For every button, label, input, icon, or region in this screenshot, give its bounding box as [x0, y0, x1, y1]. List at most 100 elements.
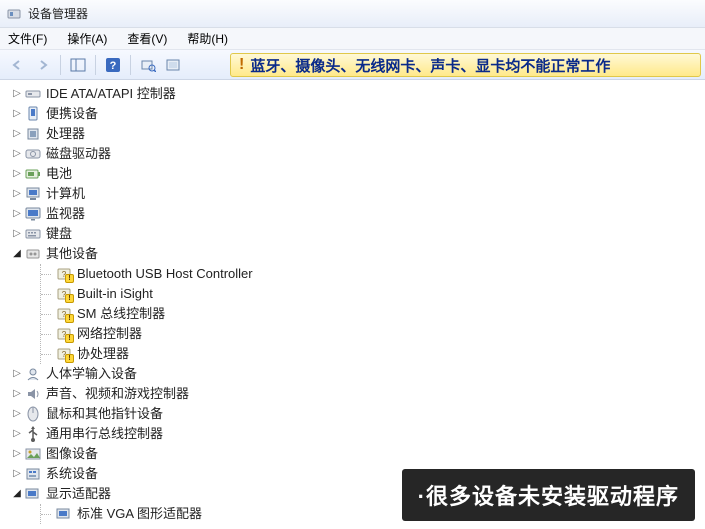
disk-icon [24, 146, 42, 162]
menu-help[interactable]: 帮助(H) [183, 28, 232, 49]
portable-icon [24, 106, 42, 122]
toolbar: ? ! 蓝牙、摄像头、无线网卡、声卡、显卡均不能正常工作 [0, 50, 705, 80]
menu-file[interactable]: 文件(F) [4, 28, 51, 49]
tree-label: 声音、视频和游戏控制器 [46, 384, 189, 404]
expand-arrow-icon[interactable]: ▷ [10, 224, 24, 244]
expand-arrow-icon[interactable]: ◢ [10, 484, 24, 504]
expand-arrow-icon[interactable]: ▷ [10, 164, 24, 184]
warning-badge-icon: ! [65, 334, 74, 343]
tree-label: Bluetooth USB Host Controller [77, 264, 253, 284]
hid-icon [24, 366, 42, 382]
tree-category-other-devices[interactable]: ◢ 其他设备 [10, 244, 705, 264]
help-button[interactable]: ? [101, 53, 125, 77]
computer-icon [24, 186, 42, 202]
tree-category[interactable]: ▷处理器 [10, 124, 705, 144]
tree-label: 系统设备 [46, 464, 98, 484]
tree-category[interactable]: ▷ 人体学输入设备 [10, 364, 705, 384]
unknown-device-icon: ?! [55, 306, 73, 322]
warning-badge-icon: ! [65, 354, 74, 363]
tree-category[interactable]: ▷ 键盘 [10, 224, 705, 244]
tree-item-unknown-device[interactable]: ?!Bluetooth USB Host Controller [41, 264, 705, 284]
toolbar-separator [60, 55, 61, 75]
title-bar: 设备管理器 [0, 0, 705, 28]
tree-category[interactable]: ▷ 声音、视频和游戏控制器 [10, 384, 705, 404]
svg-text:?: ? [110, 60, 117, 72]
expand-arrow-icon[interactable]: ◢ [10, 244, 24, 264]
tree-label: 网络控制器 [77, 324, 142, 344]
tree-label: 通用串行总线控制器 [46, 424, 163, 444]
tree-label: 标准 VGA 图形适配器 [77, 504, 202, 524]
expand-arrow-icon[interactable]: ▷ [10, 144, 24, 164]
image-icon [24, 446, 42, 462]
scan-refresh-button[interactable] [162, 53, 186, 77]
sound-icon [24, 386, 42, 402]
tree-label: 磁盘驱动器 [46, 144, 111, 164]
tree-label: Built-in iSight [77, 284, 153, 304]
unknown-device-icon: ?! [55, 266, 73, 282]
tree-label: 键盘 [46, 224, 72, 244]
tree-label: 人体学输入设备 [46, 364, 137, 384]
expand-arrow-icon[interactable]: ▷ [10, 104, 24, 124]
mouse-icon [24, 406, 42, 422]
tree-category[interactable]: ▷ 鼠标和其他指针设备 [10, 404, 705, 424]
tree-category[interactable]: ▷计算机 [10, 184, 705, 204]
warning-badge-icon: ! [65, 314, 74, 323]
unknown-device-icon: ?! [55, 326, 73, 342]
expand-arrow-icon[interactable]: ▷ [10, 384, 24, 404]
tree-category[interactable]: ▷ 通用串行总线控制器 [10, 424, 705, 444]
scan-hardware-button[interactable] [136, 53, 160, 77]
expand-arrow-icon[interactable]: ▷ [10, 84, 24, 104]
usb-icon [24, 426, 42, 442]
warning-badge-icon: ! [65, 274, 74, 283]
tree-item-unknown-device[interactable]: ?!Built-in iSight [41, 284, 705, 304]
expand-arrow-icon[interactable]: ▷ [10, 364, 24, 384]
tree-label: IDE ATA/ATAPI 控制器 [46, 84, 176, 104]
expand-arrow-icon[interactable]: ▷ [10, 184, 24, 204]
app-icon [6, 6, 22, 22]
tree-label: 电池 [46, 164, 72, 184]
monitor-icon [24, 206, 42, 222]
warning-badge-icon: ! [65, 294, 74, 303]
warning-banner: ! 蓝牙、摄像头、无线网卡、声卡、显卡均不能正常工作 [230, 53, 701, 77]
other-devices-icon [24, 246, 42, 262]
toolbar-separator [130, 55, 131, 75]
tree-category[interactable]: ▷ IDE ATA/ATAPI 控制器 [10, 84, 705, 104]
forward-button[interactable] [31, 53, 55, 77]
keyboard-icon [24, 226, 42, 242]
overlay-caption: ·很多设备未安装驱动程序 [402, 469, 695, 521]
expand-arrow-icon[interactable]: ▷ [10, 404, 24, 424]
tree-label: 显示适配器 [46, 484, 111, 504]
expand-arrow-icon[interactable]: ▷ [10, 444, 24, 464]
tree-label: 便携设备 [46, 104, 98, 124]
expand-arrow-icon[interactable]: ▷ [10, 124, 24, 144]
ide-icon [24, 86, 42, 102]
tree-label: 图像设备 [46, 444, 98, 464]
overlay-caption-text: ·很多设备未安装驱动程序 [418, 484, 679, 509]
tree-item-unknown-device[interactable]: ?!协处理器 [41, 344, 705, 364]
toolbar-separator [95, 55, 96, 75]
tree-label: 其他设备 [46, 244, 98, 264]
expand-arrow-icon[interactable]: ▷ [10, 424, 24, 444]
tree-label: 鼠标和其他指针设备 [46, 404, 163, 424]
display-adapter-icon [55, 506, 73, 522]
warning-icon: ! [239, 56, 244, 74]
tree-category[interactable]: ▷ 图像设备 [10, 444, 705, 464]
menu-view[interactable]: 查看(V) [123, 28, 171, 49]
tree-item-unknown-device[interactable]: ?!网络控制器 [41, 324, 705, 344]
expand-arrow-icon[interactable]: ▷ [10, 464, 24, 484]
tree-category[interactable]: ▷ 磁盘驱动器 [10, 144, 705, 164]
tree-category[interactable]: ▷ 便携设备 [10, 104, 705, 124]
tree-category[interactable]: ▷ 电池 [10, 164, 705, 184]
device-tree[interactable]: ▷IDE ATA/ATAPI 控制器▷便携设备▷处理器▷磁盘驱动器▷电池▷计算机… [0, 80, 705, 529]
show-hide-tree-button[interactable] [66, 53, 90, 77]
tree-item-unknown-device[interactable]: ?!SM 总线控制器 [41, 304, 705, 324]
cpu-icon [24, 126, 42, 142]
menu-bar: 文件(F) 操作(A) 查看(V) 帮助(H) [0, 28, 705, 50]
display-adapter-icon [24, 486, 42, 502]
system-icon [24, 466, 42, 482]
expand-arrow-icon[interactable]: ▷ [10, 204, 24, 224]
menu-action[interactable]: 操作(A) [63, 28, 111, 49]
back-button[interactable] [5, 53, 29, 77]
tree-category[interactable]: ▷监视器 [10, 204, 705, 224]
window-title: 设备管理器 [28, 5, 88, 22]
